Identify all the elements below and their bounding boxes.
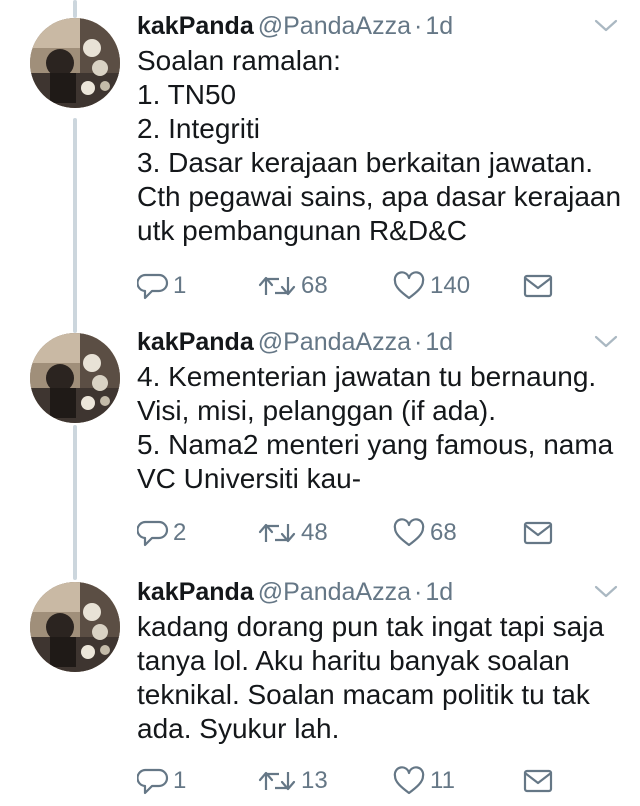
tweet[interactable]: kakPanda @PandaAzza · 1d kadang dorang pun … (0, 570, 640, 806)
tweet-text-line: teknikal. Soalan macam politik tu tak (137, 679, 590, 710)
tweet-text: kadang dorang pun tak ingat tapi saja ta… (137, 610, 620, 746)
tweet-header: kakPanda @PandaAzza · 1d (137, 326, 620, 358)
user-handle[interactable]: @PandaAzza (258, 578, 411, 606)
avatar[interactable] (30, 333, 120, 423)
retweet-icon (258, 276, 296, 296)
chevron-down-icon[interactable] (592, 16, 620, 36)
tweet-text-line: Cth pegawai sains, apa dasar kerajaan (137, 181, 622, 212)
display-name[interactable]: kakPanda (137, 12, 254, 40)
tweet-text-line: ada. Syukur lah. (137, 713, 340, 744)
like-count: 11 (430, 767, 455, 794)
reply-icon (137, 273, 169, 300)
separator-dot: · (414, 12, 423, 40)
retweet-icon (258, 523, 296, 543)
retweet-button[interactable]: 13 (257, 764, 328, 798)
like-count: 68 (430, 519, 457, 546)
heart-icon (393, 271, 425, 300)
message-icon (523, 274, 553, 298)
reply-count: 1 (173, 767, 187, 794)
avatar-image (30, 18, 120, 108)
message-icon (523, 521, 553, 545)
tweet-text-line: utk pembangunan R&D&C (137, 215, 467, 246)
timestamp[interactable]: 1d (425, 12, 453, 40)
reply-button[interactable]: 2 (137, 516, 186, 550)
display-name[interactable]: kakPanda (137, 578, 254, 606)
retweet-button[interactable]: 48 (257, 516, 328, 550)
retweet-count: 13 (301, 767, 328, 794)
tweet-header: kakPanda @PandaAzza · 1d (137, 10, 620, 42)
tweet-text-line: Visi, misi, pelanggan (if ada). (137, 395, 496, 426)
tweet-actions: 1 13 11 (137, 764, 567, 798)
timestamp[interactable]: 1d (425, 578, 453, 606)
like-button[interactable]: 68 (392, 516, 457, 550)
retweet-icon (258, 771, 296, 791)
tweet-text-line: VC Universiti kau- (137, 463, 362, 494)
direct-message-button[interactable] (522, 764, 558, 798)
reply-icon (137, 768, 169, 795)
chevron-down-icon[interactable] (592, 582, 620, 602)
tweet-text-line: 2. Integriti (137, 113, 260, 144)
user-handle[interactable]: @PandaAzza (258, 12, 411, 40)
avatar[interactable] (30, 582, 120, 672)
retweet-count: 68 (301, 272, 328, 299)
retweet-count: 48 (301, 519, 328, 546)
retweet-button[interactable]: 68 (257, 269, 328, 303)
tweet-header: kakPanda @PandaAzza · 1d (137, 576, 620, 608)
reply-button[interactable]: 1 (137, 764, 186, 798)
tweet-text-line: kadang dorang pun tak ingat tapi saja (137, 611, 605, 642)
direct-message-button[interactable] (522, 269, 558, 303)
tweet-text: 4. Kementerian jawatan tu bernaung. Visi… (137, 360, 620, 496)
reply-button[interactable]: 1 (137, 269, 186, 303)
like-count: 140 (430, 272, 471, 299)
heart-icon (393, 766, 425, 795)
avatar-image (30, 333, 120, 423)
avatar[interactable] (30, 18, 120, 108)
display-name[interactable]: kakPanda (137, 328, 254, 356)
reply-count: 2 (173, 519, 187, 546)
like-button[interactable]: 140 (392, 269, 470, 303)
like-button[interactable]: 11 (392, 764, 455, 798)
tweet-actions: 1 68 140 (137, 269, 567, 303)
tweet-text: Soalan ramalan: 1. TN50 2. Integriti 3. … (137, 44, 622, 248)
tweet[interactable]: kakPanda @PandaAzza · 1d Soalan ramalan: 1.… (0, 0, 640, 318)
tweet-actions: 2 48 68 (137, 516, 567, 550)
reply-count: 1 (173, 272, 187, 299)
tweet-text-line: Soalan ramalan: (137, 45, 341, 76)
direct-message-button[interactable] (522, 516, 558, 550)
tweet-text-line: tanya lol. Aku haritu banyak soalan (137, 645, 570, 676)
tweet-text-line: 3. Dasar kerajaan berkaitan jawatan. (137, 147, 594, 178)
chevron-down-icon[interactable] (592, 332, 620, 352)
tweet-text-line: 5. Nama2 menteri yang famous, nama (137, 429, 614, 460)
avatar-image (30, 582, 120, 672)
separator-dot: · (414, 578, 423, 606)
reply-icon (137, 520, 169, 547)
tweet-text-line: 1. TN50 (137, 79, 237, 110)
tweet[interactable]: kakPanda @PandaAzza · 1d 4. Kementerian jaw… (0, 318, 640, 570)
separator-dot: · (414, 328, 423, 356)
timestamp[interactable]: 1d (425, 328, 453, 356)
message-icon (523, 769, 553, 793)
tweet-text-line: 4. Kementerian jawatan tu bernaung. (137, 361, 597, 392)
heart-icon (393, 518, 425, 547)
user-handle[interactable]: @PandaAzza (258, 328, 411, 356)
